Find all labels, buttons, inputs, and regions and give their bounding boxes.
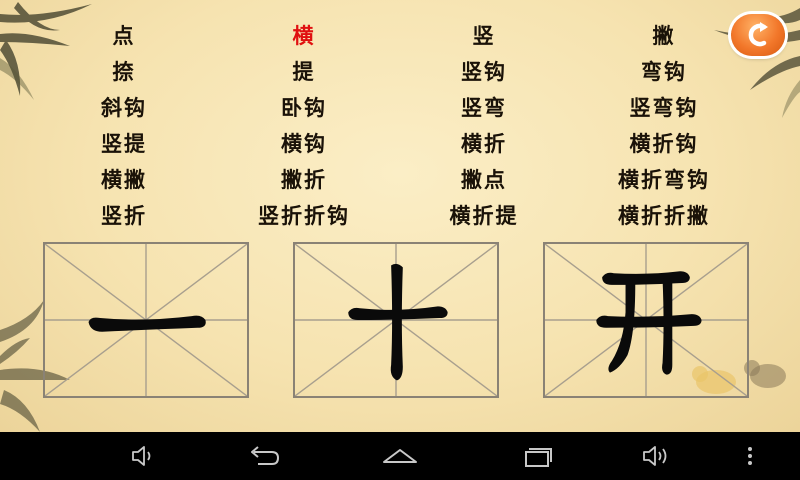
practice-character-shi	[348, 263, 448, 381]
stroke-item[interactable]: 横折折撇	[574, 198, 754, 228]
volume-up-button[interactable]	[636, 440, 676, 472]
stroke-item[interactable]: 斜钩	[34, 90, 214, 126]
stroke-item[interactable]: 横折弯钩	[574, 162, 754, 198]
system-navigation-bar	[0, 432, 800, 480]
stroke-item[interactable]: 竖	[394, 18, 574, 54]
stroke-item[interactable]: 提	[214, 54, 394, 90]
stroke-item[interactable]: 竖弯钩	[574, 90, 754, 126]
stroke-item[interactable]: 点	[34, 18, 214, 54]
nav-home-button[interactable]	[380, 440, 420, 472]
stroke-item[interactable]: 横折提	[394, 198, 574, 228]
practice-character-kai	[596, 271, 702, 375]
back-button[interactable]	[731, 14, 785, 56]
nav-back-button[interactable]	[244, 440, 284, 472]
stroke-item[interactable]: 捺	[34, 54, 214, 90]
stroke-item[interactable]: 横撇	[34, 162, 214, 198]
back-icon	[251, 446, 280, 465]
menu-icon	[748, 447, 752, 465]
practice-box-2[interactable]	[293, 242, 499, 398]
practice-character-yi	[88, 315, 206, 332]
volume-down-button[interactable]	[122, 440, 162, 472]
volume-down-icon	[132, 446, 151, 466]
stroke-item[interactable]: 撇	[574, 18, 754, 54]
practice-box-3[interactable]	[543, 242, 749, 398]
stroke-name-grid[interactable]: 点横竖撇捺提竖钩 弯钩斜钩 卧钩 竖弯 竖弯钩竖提 横钩 横折 横折钩横撇 撇折 撇点 横折弯钩竖折…	[34, 18, 754, 228]
stroke-item[interactable]: 卧钩	[214, 90, 394, 126]
practice-box-1[interactable]	[43, 242, 249, 398]
stroke-item[interactable]: 竖折	[34, 198, 214, 228]
back-arrow-icon	[748, 22, 768, 47]
nav-recent-apps-button[interactable]	[516, 440, 556, 472]
stroke-item[interactable]: 竖折折钩	[214, 198, 394, 228]
recent-apps-icon	[525, 448, 552, 467]
stroke-item[interactable]: 弯钩	[574, 54, 754, 90]
stroke-item[interactable]: 横钩	[214, 126, 394, 162]
stroke-item[interactable]: 竖弯	[394, 90, 574, 126]
stroke-item[interactable]: 撇点	[394, 162, 574, 198]
stroke-item[interactable]: 横折	[394, 126, 574, 162]
stroke-item[interactable]: 撇折	[214, 162, 394, 198]
stroke-item[interactable]: 竖提	[34, 126, 214, 162]
home-icon	[383, 449, 417, 463]
overflow-menu-button[interactable]	[730, 440, 770, 472]
stroke-item[interactable]: 横	[214, 18, 394, 54]
stroke-item[interactable]: 竖钩	[394, 54, 574, 90]
stroke-item[interactable]: 横折钩	[574, 126, 754, 162]
volume-up-icon	[643, 446, 667, 466]
app-screen: 点横竖撇捺提竖钩 弯钩斜钩 卧钩 竖弯 竖弯钩竖提 横钩 横折 横折钩横撇 撇折 撇点 横折弯钩竖折…	[0, 0, 800, 432]
